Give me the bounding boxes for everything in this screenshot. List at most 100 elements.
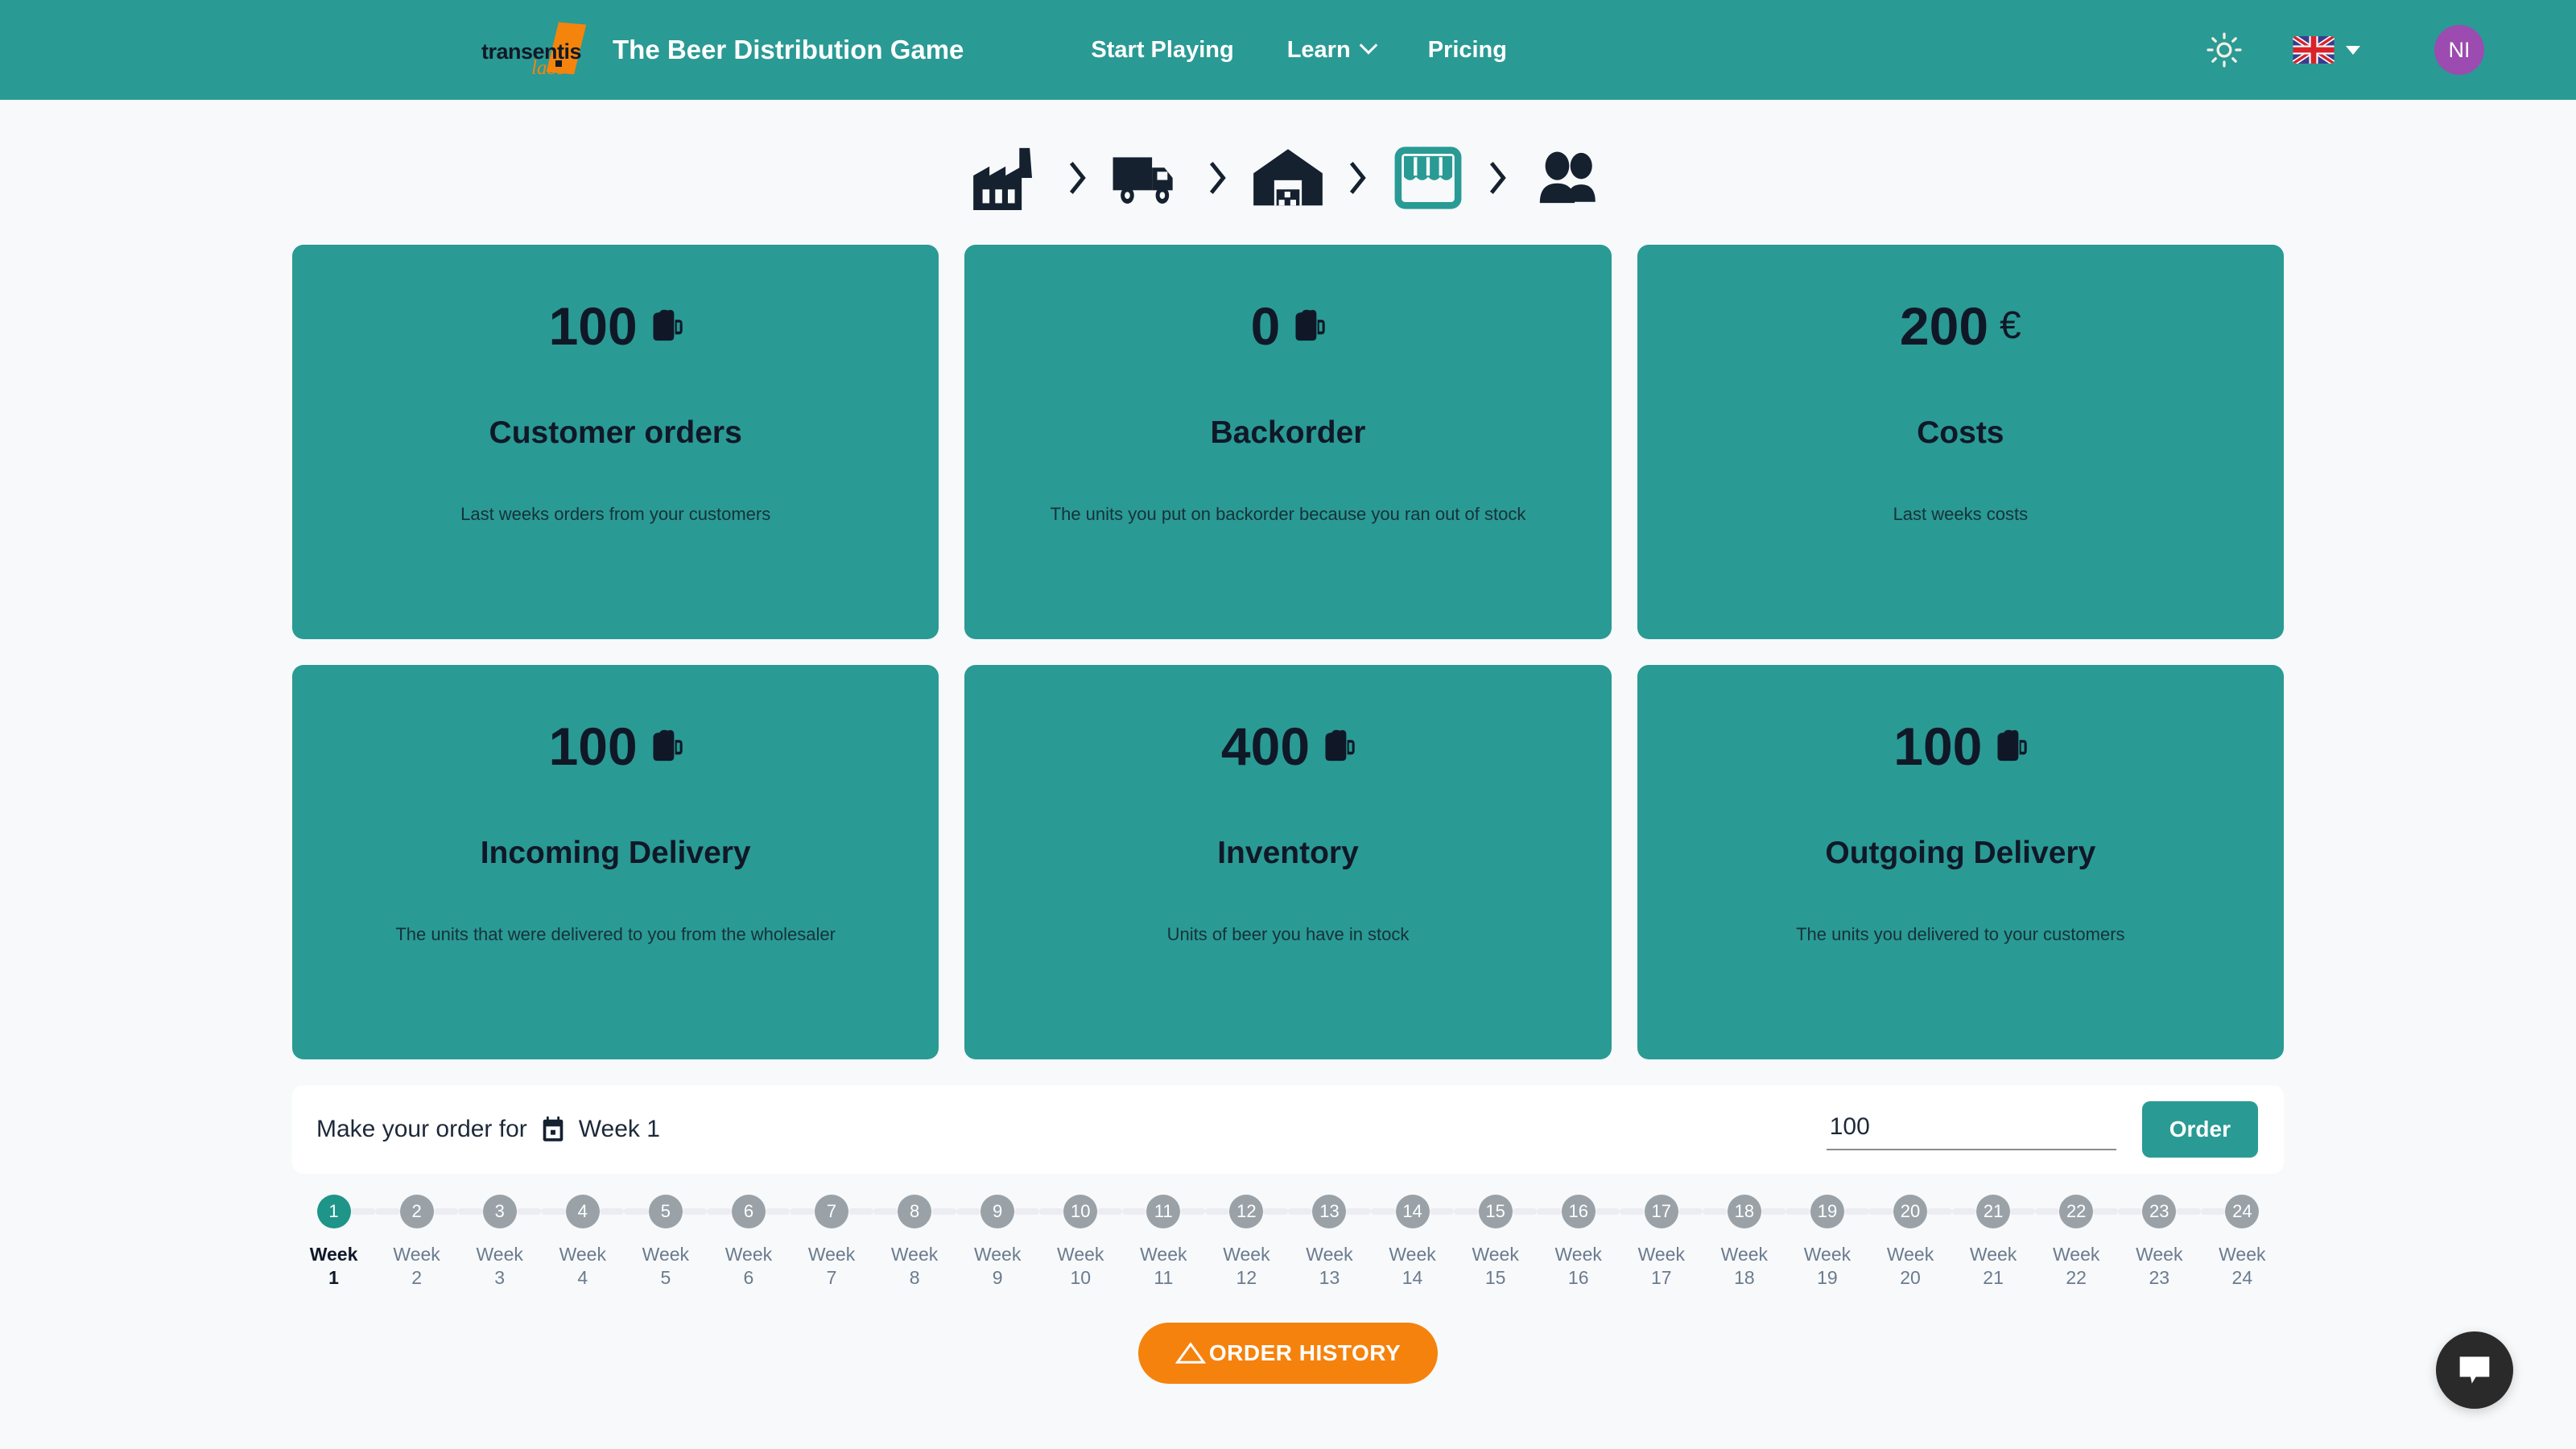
step-connector-right: [1843, 1208, 1869, 1215]
transentis-labs-logo[interactable]: transentis labs: [481, 19, 590, 81]
week-step-number[interactable]: 7: [815, 1195, 849, 1228]
week-step-number[interactable]: 17: [1644, 1195, 1678, 1228]
week-step-16[interactable]: 16 Week 16: [1537, 1195, 1620, 1290]
week-step-5[interactable]: 5 Week 5: [624, 1195, 708, 1290]
week-step-number[interactable]: 2: [399, 1195, 434, 1228]
week-step-label: Week 7: [807, 1244, 856, 1289]
brand-block[interactable]: transentis labs The Beer Distribution Ga…: [481, 19, 964, 81]
week-step-label: Week 16: [1554, 1244, 1602, 1289]
chat-widget-button[interactable]: [2436, 1331, 2513, 1409]
week-step-number[interactable]: 14: [1395, 1195, 1430, 1228]
nav-item-pricing[interactable]: Pricing: [1428, 37, 1507, 64]
stat-value-row: 100: [292, 299, 939, 353]
step-connector-left: [707, 1208, 732, 1215]
week-step-number[interactable]: 23: [2142, 1195, 2177, 1228]
week-step-number[interactable]: 24: [2225, 1195, 2260, 1228]
week-step-number[interactable]: 21: [1976, 1195, 2011, 1228]
chat-bubble-icon: [2459, 1356, 2490, 1384]
week-step-8[interactable]: 8 Week 8: [873, 1195, 956, 1290]
week-step-3[interactable]: 3 Week 3: [458, 1195, 542, 1290]
nav-label: Learn: [1286, 36, 1351, 63]
week-step-9[interactable]: 9 Week 9: [956, 1195, 1039, 1290]
stat-card-costs[interactable]: 200 € Costs Last weeks costs: [1637, 245, 2284, 639]
week-step-14[interactable]: 14 Week 14: [1371, 1195, 1455, 1290]
week-step-number[interactable]: 20: [1893, 1195, 1928, 1228]
week-step-label: Week 23: [2136, 1244, 2183, 1289]
stat-description: The units that were delivered to you fro…: [395, 924, 836, 944]
main-nav: Start Playing Learn Pricing: [1091, 36, 1507, 64]
nav-label: Pricing: [1427, 36, 1507, 63]
week-step-number[interactable]: 15: [1478, 1195, 1513, 1228]
order-bar: Make your order for Week 1 Order: [292, 1085, 2284, 1174]
stat-card-customer-orders[interactable]: 100 Customer orders Last weeks orders fr…: [292, 245, 939, 639]
stat-card-inventory[interactable]: 400 Inventory Units of beer you have in …: [964, 665, 1612, 1059]
stat-card-incoming-delivery[interactable]: 100 Incoming Delivery The units that wer…: [292, 665, 939, 1059]
order-history-button[interactable]: ORDER HISTORY: [1137, 1322, 1439, 1384]
week-step-12[interactable]: 12 Week 12: [1204, 1195, 1288, 1290]
week-step-number[interactable]: 9: [980, 1195, 1015, 1228]
week-step-21[interactable]: 21 Week 21: [1951, 1195, 2035, 1290]
stats-grid: 100 Customer orders Last weeks orders fr…: [292, 245, 2284, 1059]
week-step-number[interactable]: 4: [565, 1195, 600, 1228]
week-step-17[interactable]: 17 Week 17: [1620, 1195, 1703, 1290]
week-step-circle-row: 5: [624, 1195, 708, 1228]
store-icon: [1394, 147, 1462, 209]
stat-card-outgoing-delivery[interactable]: 100 Outgoing Delivery The units you deli…: [1637, 665, 2284, 1059]
week-step-number[interactable]: 5: [648, 1195, 683, 1228]
week-step-10[interactable]: 10 Week 10: [1038, 1195, 1122, 1290]
week-step-number[interactable]: 22: [2059, 1195, 2094, 1228]
step-connector-right: [848, 1208, 873, 1215]
warehouse-icon: [1253, 149, 1323, 206]
step-connector-right: [2093, 1208, 2118, 1215]
week-step-number[interactable]: 8: [898, 1195, 932, 1228]
chevron-down-icon: [1359, 36, 1378, 55]
step-connector-left: [292, 1208, 317, 1215]
week-step-label: Week 17: [1637, 1244, 1685, 1289]
order-button[interactable]: Order: [2141, 1101, 2258, 1158]
week-step-23[interactable]: 23 Week 23: [2117, 1195, 2201, 1290]
step-connector-right: [350, 1208, 376, 1215]
week-step-7[interactable]: 7 Week 7: [790, 1195, 873, 1290]
week-step-15[interactable]: 15 Week 15: [1454, 1195, 1538, 1290]
week-step-number[interactable]: 12: [1229, 1195, 1264, 1228]
week-step-19[interactable]: 19 Week 19: [1785, 1195, 1869, 1290]
stat-title: Incoming Delivery: [480, 836, 751, 870]
stat-number: 100: [1893, 716, 1983, 776]
week-step-2[interactable]: 2 Week 2: [375, 1195, 459, 1290]
week-step-number[interactable]: 1: [316, 1195, 351, 1228]
avatar[interactable]: NI: [2434, 25, 2484, 75]
week-step-1[interactable]: 1 Week 1: [292, 1195, 376, 1290]
nav-item-start-playing[interactable]: Start Playing: [1091, 37, 1233, 64]
nav-item-learn[interactable]: Learn: [1286, 36, 1378, 64]
week-step-4[interactable]: 4 Week 4: [541, 1195, 625, 1290]
week-step-number[interactable]: 19: [1810, 1195, 1844, 1228]
week-step-6[interactable]: 6 Week 6: [707, 1195, 791, 1290]
stat-card-backorder[interactable]: 0 Backorder The units you put on backord…: [964, 245, 1612, 639]
week-step-number[interactable]: 6: [731, 1195, 766, 1228]
step-connector-right: [1927, 1208, 1952, 1215]
week-step-13[interactable]: 13 Week 13: [1287, 1195, 1372, 1290]
beer-mug-icon: [653, 309, 683, 341]
week-step-number[interactable]: 10: [1063, 1195, 1098, 1228]
order-quantity-input[interactable]: [1826, 1108, 2116, 1150]
chevron-right-icon: [1489, 162, 1506, 194]
week-step-number[interactable]: 16: [1561, 1195, 1596, 1228]
week-step-circle-row: 4: [541, 1195, 625, 1228]
week-step-18[interactable]: 18 Week 18: [1703, 1195, 1786, 1290]
week-step-label: Week 3: [476, 1244, 523, 1289]
week-step-number[interactable]: 3: [482, 1195, 517, 1228]
week-step-number[interactable]: 13: [1312, 1195, 1347, 1228]
week-step-20[interactable]: 20 Week 20: [1868, 1195, 1952, 1290]
week-step-number[interactable]: 11: [1146, 1195, 1181, 1228]
week-step-11[interactable]: 11 Week 11: [1121, 1195, 1205, 1290]
week-step-22[interactable]: 22 Week 22: [2034, 1195, 2118, 1290]
week-step-24[interactable]: 24 Week 24: [2200, 1195, 2284, 1290]
week-step-label: Week 15: [1472, 1244, 1519, 1289]
stat-title: Inventory: [1217, 836, 1359, 870]
chevron-right-icon: [1349, 162, 1366, 194]
sun-icon[interactable]: [2206, 31, 2243, 68]
step-connector-right: [1263, 1208, 1288, 1215]
logo-dot: [555, 60, 562, 67]
language-selector[interactable]: [2293, 36, 2360, 64]
week-step-number[interactable]: 18: [1727, 1195, 1761, 1228]
